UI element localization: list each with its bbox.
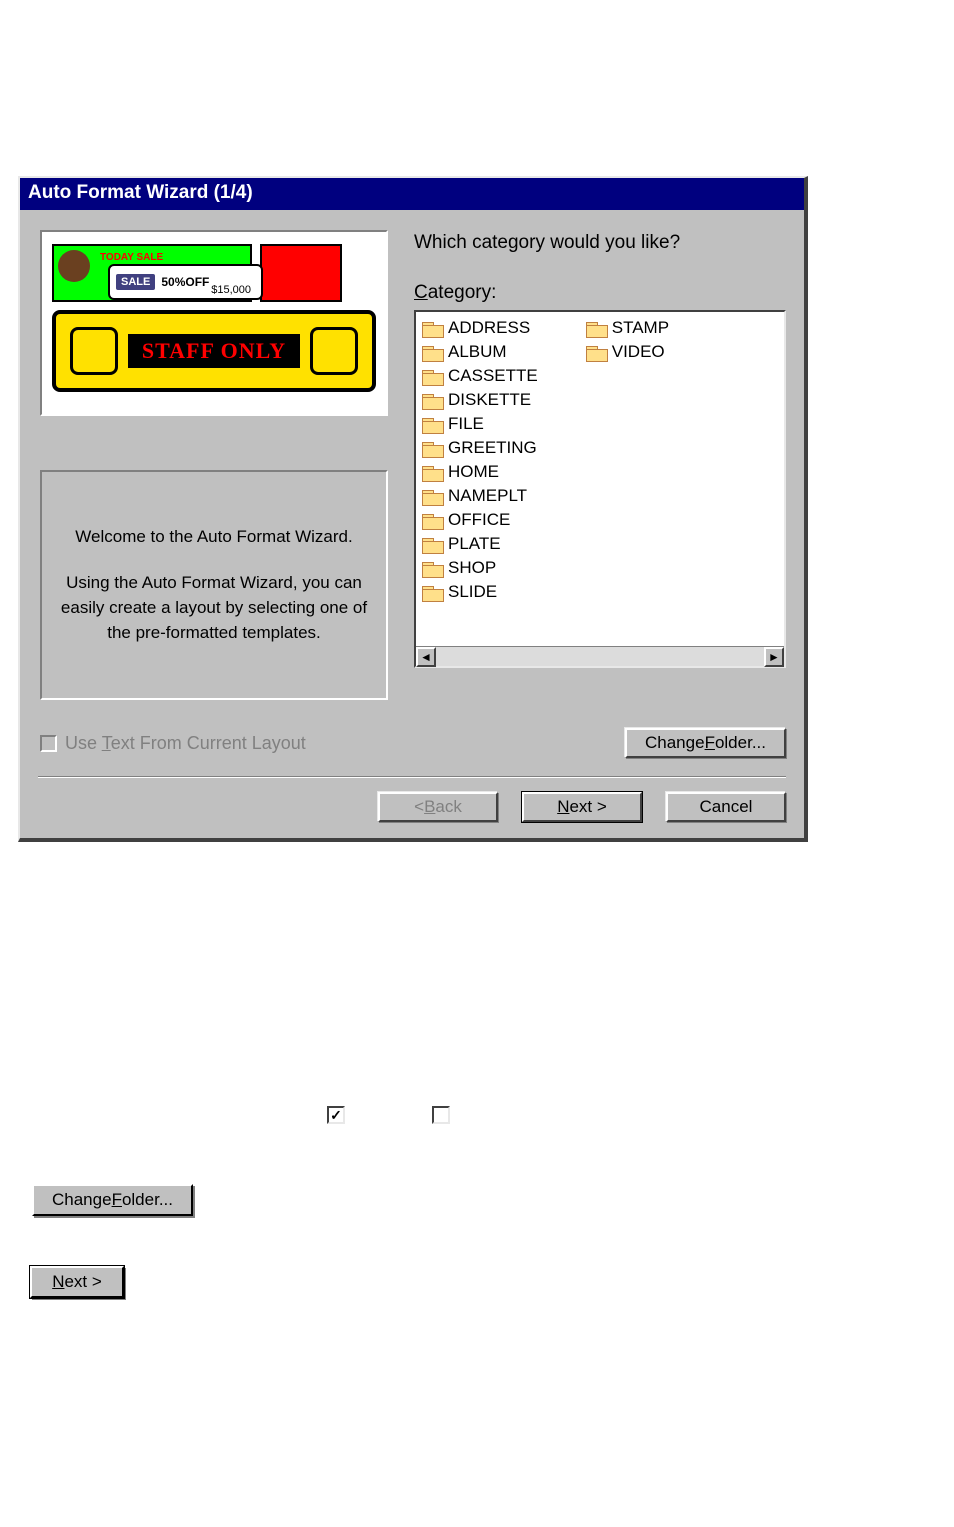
category-item-label: HOME bbox=[448, 462, 499, 482]
sample-checkbox-unchecked[interactable] bbox=[432, 1106, 450, 1124]
welcome-line-2: Using the Auto Format Wizard, you can ea… bbox=[52, 571, 376, 645]
category-item[interactable]: PLATE bbox=[420, 534, 540, 554]
category-item-label: CASSETTE bbox=[448, 366, 538, 386]
folder-icon bbox=[422, 560, 442, 576]
use-text-checkbox: Use Text From Current Layout bbox=[40, 733, 306, 754]
category-item[interactable]: STAMP bbox=[584, 318, 671, 338]
category-label: Category: bbox=[414, 282, 786, 304]
category-item[interactable]: HOME bbox=[420, 462, 540, 482]
preview-sale-price: $15,000 bbox=[211, 284, 251, 296]
auto-format-wizard-dialog: Auto Format Wizard (1/4) TODAY SALE SALE… bbox=[18, 176, 808, 842]
category-item-label: NAMEPLT bbox=[448, 486, 527, 506]
folder-icon bbox=[422, 536, 442, 552]
sample-checkbox-checked[interactable]: ✓ bbox=[327, 1106, 345, 1124]
sample-next-button[interactable]: Next > bbox=[30, 1266, 124, 1298]
sample-change-folder-button[interactable]: Change Folder... bbox=[32, 1184, 193, 1216]
template-preview: TODAY SALE SALE 50%OFF $15,000 STAFF ONL… bbox=[40, 230, 388, 416]
checkbox-box bbox=[40, 735, 57, 752]
category-item-label: GREETING bbox=[448, 438, 537, 458]
folder-icon bbox=[422, 488, 442, 504]
category-item-label: STAMP bbox=[612, 318, 669, 338]
category-prompt: Which category would you like? bbox=[414, 232, 786, 254]
category-item[interactable]: NAMEPLT bbox=[420, 486, 540, 506]
welcome-line-1: Welcome to the Auto Format Wizard. bbox=[75, 525, 352, 550]
folder-icon bbox=[422, 344, 442, 360]
folder-icon bbox=[586, 344, 606, 360]
folder-icon bbox=[422, 584, 442, 600]
category-item[interactable]: VIDEO bbox=[584, 342, 671, 362]
listbox-hscrollbar[interactable]: ◄ ► bbox=[416, 646, 784, 666]
category-listbox[interactable]: ADDRESS ALBUM CASSETTE DISKETTE FILE GREETING… bbox=[414, 310, 786, 668]
change-folder-button[interactable]: Change Folder... bbox=[625, 728, 786, 758]
folder-icon bbox=[422, 512, 442, 528]
titlebar: Auto Format Wizard (1/4) bbox=[20, 178, 804, 210]
category-item-label: VIDEO bbox=[612, 342, 665, 362]
category-item-label: OFFICE bbox=[448, 510, 510, 530]
category-item[interactable]: OFFICE bbox=[420, 510, 540, 530]
folder-icon bbox=[422, 416, 442, 432]
preview-sale-pill: SALE bbox=[116, 274, 155, 290]
folder-icon bbox=[422, 320, 442, 336]
category-item[interactable]: GREETING bbox=[420, 438, 540, 458]
category-item[interactable]: ADDRESS bbox=[420, 318, 540, 338]
folder-icon bbox=[422, 440, 442, 456]
category-item-label: FILE bbox=[448, 414, 484, 434]
wizard-nav: < Back Next > Cancel bbox=[20, 778, 804, 838]
use-text-label: Use Text From Current Layout bbox=[65, 733, 306, 754]
category-item-label: SLIDE bbox=[448, 582, 497, 602]
category-item-label: ALBUM bbox=[448, 342, 507, 362]
preview-staff-only: STAFF ONLY bbox=[128, 334, 300, 368]
folder-icon bbox=[422, 392, 442, 408]
category-item[interactable]: SHOP bbox=[420, 558, 540, 578]
cancel-button[interactable]: Cancel bbox=[666, 792, 786, 822]
folder-icon bbox=[422, 368, 442, 384]
category-item-label: DISKETTE bbox=[448, 390, 531, 410]
category-item[interactable]: FILE bbox=[420, 414, 540, 434]
back-button: < Back bbox=[378, 792, 498, 822]
folder-icon bbox=[422, 464, 442, 480]
category-item[interactable]: ALBUM bbox=[420, 342, 540, 362]
folder-icon bbox=[586, 320, 606, 336]
category-item-label: SHOP bbox=[448, 558, 496, 578]
preview-sale-off: 50%OFF bbox=[161, 275, 209, 289]
next-button[interactable]: Next > bbox=[522, 792, 642, 822]
scroll-left-button[interactable]: ◄ bbox=[416, 647, 436, 667]
category-item[interactable]: SLIDE bbox=[420, 582, 540, 602]
category-item-label: ADDRESS bbox=[448, 318, 530, 338]
category-item-label: PLATE bbox=[448, 534, 501, 554]
category-item[interactable]: DISKETTE bbox=[420, 390, 540, 410]
welcome-panel: Welcome to the Auto Format Wizard. Using… bbox=[40, 470, 388, 700]
category-item[interactable]: CASSETTE bbox=[420, 366, 540, 386]
scroll-right-button[interactable]: ► bbox=[764, 647, 784, 667]
